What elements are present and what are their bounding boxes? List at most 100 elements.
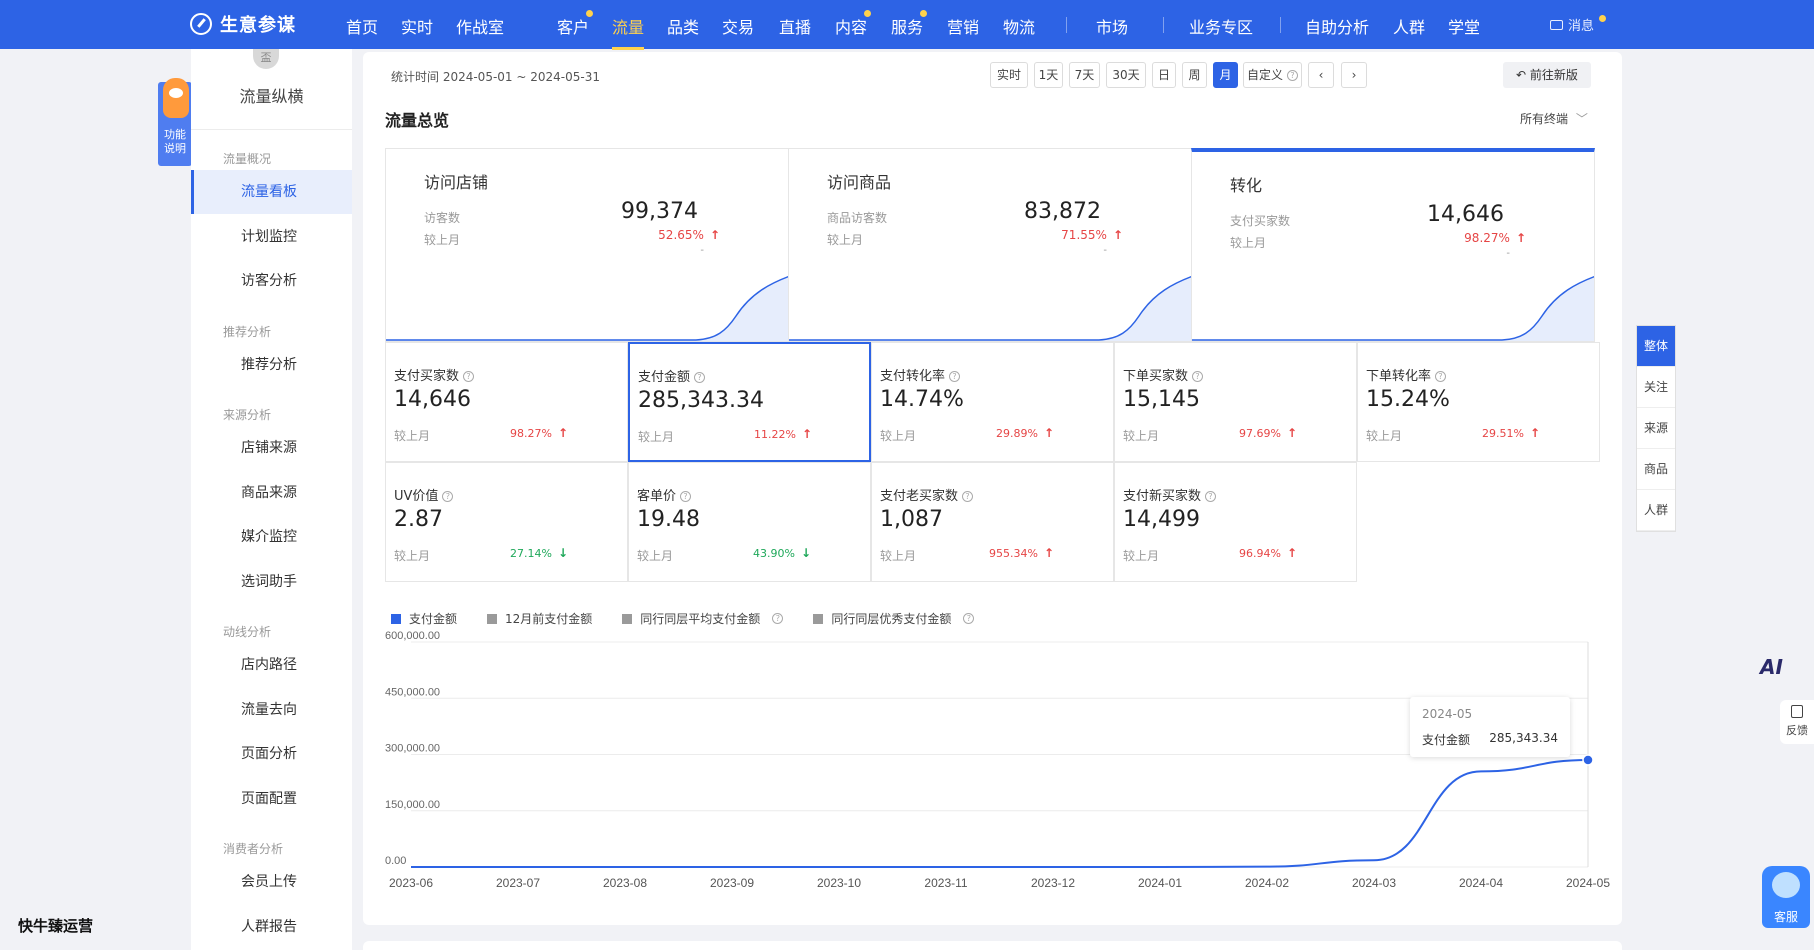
sidebar-item[interactable]: 计划监控	[191, 215, 352, 259]
metric-change-value: 11.22%	[753, 428, 796, 441]
sidebar-item[interactable]: 媒介监控	[191, 515, 352, 559]
nav-5[interactable]: 品类	[667, 14, 699, 38]
nav-arrow-button[interactable]: ‹	[1308, 62, 1334, 88]
metric-label: 支付转化率?	[880, 365, 961, 384]
time-button[interactable]: 1天	[1034, 62, 1063, 88]
sidebar-item[interactable]: 流量看板	[191, 170, 352, 214]
metric-card[interactable]: 支付金额? 285,343.34 较上月 11.22% ↑	[628, 342, 871, 462]
tooltip-date: 2024-05	[1422, 707, 1473, 721]
nav-13[interactable]: 业务专区	[1189, 14, 1253, 38]
nav-6[interactable]: 交易	[722, 14, 754, 38]
metric-card[interactable]: 支付买家数? 14,646 较上月 98.27% ↑	[385, 342, 628, 462]
metric-value: 14.74%	[880, 387, 964, 412]
metric-card[interactable]: UV价值? 2.87 较上月 27.14% ↓	[385, 462, 628, 582]
nav-7[interactable]: 直播	[779, 14, 811, 38]
time-button-label: 7天	[1074, 68, 1095, 82]
nav-10[interactable]: 营销	[947, 14, 979, 38]
overview-card[interactable]: 转化 支付买家数 较上月 14,646 98.27% ↑ -	[1191, 148, 1595, 342]
sidebar-item[interactable]: 选词助手	[191, 560, 352, 604]
nav-14[interactable]: 自助分析	[1305, 14, 1369, 38]
nav-2[interactable]: 作战室	[456, 14, 504, 38]
overview-sparkline	[789, 275, 1191, 341]
metric-card[interactable]: 客单价? 19.48 较上月 43.90% ↓	[628, 462, 871, 582]
help-icon: ?	[963, 613, 975, 624]
metric-label: 支付买家数?	[394, 365, 475, 384]
top-bar: 生意参谋 首页 实时 作战室 客户 流量 品类 交易 直播 内容 服务 营销 物流 市场 业务专区 自助分析…	[0, 0, 1814, 50]
metric-card[interactable]: 下单转化率? 15.24% 较上月 29.51% ↑	[1357, 342, 1600, 462]
sidebar-item[interactable]: 店内路径	[191, 643, 352, 687]
sidebar-item[interactable]: 店铺来源	[191, 426, 352, 470]
time-button[interactable]: 自定义?	[1243, 62, 1302, 88]
x-tick-label: 2023-11	[924, 876, 967, 890]
time-button[interactable]: 实时	[990, 62, 1028, 88]
legend-item[interactable]: 同行同层优秀支付金额?	[813, 610, 975, 627]
time-button[interactable]: 周	[1182, 62, 1207, 88]
nav-3[interactable]: 客户	[557, 14, 589, 38]
right-tab[interactable]: 人群	[1637, 490, 1675, 531]
sidebar-item[interactable]: 页面配置	[191, 777, 352, 821]
metric-card[interactable]: 支付转化率? 14.74% 较上月 29.89% ↑	[871, 342, 1114, 462]
x-tick-label: 2023-09	[710, 876, 754, 890]
overview-title: 转化	[1230, 176, 1263, 195]
ai-assistant-button[interactable]: AI	[1760, 655, 1783, 679]
legend-item[interactable]: 支付金额	[391, 610, 457, 627]
sidebar-item[interactable]: 会员上传	[191, 860, 352, 904]
metric-change: 98.27% ↑	[488, 426, 568, 440]
metric-compare-label: 较上月	[638, 430, 675, 444]
right-tab[interactable]: 来源	[1637, 408, 1675, 449]
payment-amount-chart: 600,000.00 450,000.00 300,000.00 150,000.00…	[385, 630, 1610, 890]
goto-new-version-button[interactable]: ↶ 前往新版	[1503, 62, 1591, 88]
sidebar-item[interactable]: 推荐分析	[191, 343, 352, 387]
help-icon: ?	[772, 613, 784, 624]
right-tab[interactable]: 关注	[1637, 367, 1675, 408]
sidebar-item[interactable]: 人群报告	[191, 905, 352, 949]
nav-9[interactable]: 服务	[891, 14, 923, 38]
metric-card[interactable]: 支付老买家数? 1,087 较上月 955.34% ↑	[871, 462, 1114, 582]
overview-card[interactable]: 访问店铺 访客数 较上月 99,374 52.65% ↑ -	[385, 148, 789, 342]
metric-value: 15,145	[1123, 387, 1200, 412]
customer-service-button[interactable]: 客服	[1762, 866, 1810, 928]
time-button[interactable]: 30天	[1106, 62, 1146, 88]
legend-item[interactable]: 12月前支付金额	[487, 610, 592, 627]
overview-title: 访问商品	[827, 173, 892, 192]
time-button[interactable]: 7天	[1069, 62, 1100, 88]
sidebar-item[interactable]: 页面分析	[191, 732, 352, 776]
sidebar-group-label: 来源分析	[223, 408, 272, 422]
sidebar-item[interactable]: 访客分析	[191, 259, 352, 303]
section-title: 流量总览	[385, 111, 450, 130]
nav-11[interactable]: 物流	[1003, 14, 1035, 38]
metric-card[interactable]: 下单买家数? 15,145 较上月 97.69% ↑	[1114, 342, 1357, 462]
nav-arrow-button[interactable]: ›	[1341, 62, 1367, 88]
time-button[interactable]: 月	[1213, 62, 1238, 88]
legend-item[interactable]: 同行同层平均支付金额?	[622, 610, 784, 627]
metric-card[interactable]: 支付新买家数? 14,499 较上月 96.94% ↑	[1114, 462, 1357, 582]
time-button[interactable]: 日	[1152, 62, 1176, 88]
customer-service-label: 客服	[1773, 910, 1798, 924]
nav-4[interactable]: 流量	[612, 14, 645, 50]
nav-16[interactable]: 学堂	[1448, 14, 1480, 38]
nav-1[interactable]: 实时	[401, 14, 433, 38]
nav-8[interactable]: 内容	[835, 14, 867, 38]
up-arrow-icon: ↑	[557, 426, 568, 440]
sidebar-item[interactable]: 商品来源	[191, 471, 352, 515]
tooltip-series-name: 支付金额	[1422, 733, 1471, 747]
y-tick-label: 0.00	[385, 855, 406, 867]
overview-card[interactable]: 访问商品 商品访客数 较上月 83,872 71.55% ↑ -	[788, 148, 1192, 342]
metric-label: 客单价?	[637, 485, 692, 504]
app-logo[interactable]: 生意参谋	[190, 11, 296, 37]
nav-15[interactable]: 人群	[1393, 14, 1425, 38]
right-tab[interactable]: 商品	[1637, 449, 1675, 490]
right-tab[interactable]: 整体	[1637, 326, 1675, 367]
legend-label: 支付金额	[409, 612, 458, 626]
metric-compare-label: 较上月	[637, 549, 674, 563]
overview-sparkline	[1192, 275, 1594, 341]
nav-0[interactable]: 首页	[346, 14, 378, 38]
feedback-button[interactable]: 反馈	[1780, 700, 1814, 744]
chart-legend: 支付金额 12月前支付金额 同行同层平均支付金额? 同行同层优秀支付金额?	[391, 610, 975, 627]
sidebar-item[interactable]: 流量去向	[191, 688, 352, 732]
nav-12[interactable]: 市场	[1096, 14, 1128, 38]
next-panel	[363, 941, 1622, 950]
terminal-select[interactable]: 所有终端 ﹀	[1520, 110, 1588, 127]
sparkline-area	[1192, 276, 1594, 341]
messages-button[interactable]: 消息	[1550, 15, 1607, 34]
